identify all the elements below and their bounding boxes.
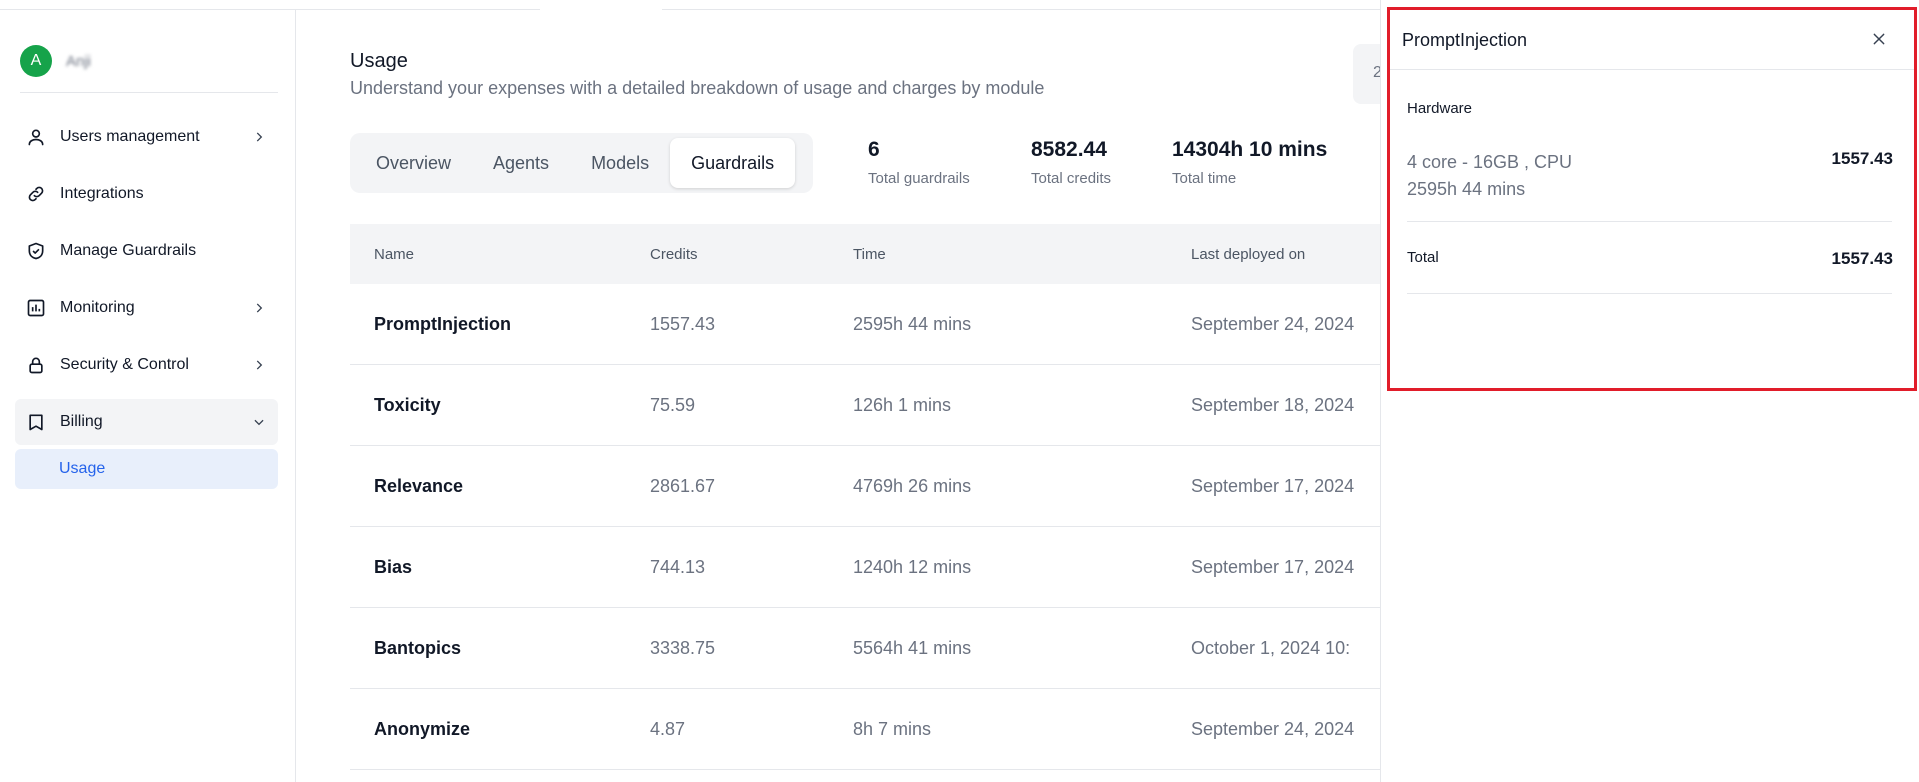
book-icon xyxy=(26,412,46,432)
header-credits[interactable]: Credits xyxy=(650,246,853,263)
header-last-deployed[interactable]: Last deployed on xyxy=(1191,246,1380,263)
table-row[interactable]: Bias 744.13 1240h 12 mins September 17, … xyxy=(350,527,1380,608)
total-label: Total xyxy=(1407,249,1439,266)
drawer-divider xyxy=(1407,293,1892,294)
usage-tabs: Overview Agents Models Guardrails xyxy=(350,133,813,193)
hardware-spec: 4 core - 16GB , CPU 2595h 44 mins xyxy=(1407,149,1572,203)
row-credits: 3338.75 xyxy=(650,637,716,658)
row-time: 1240h 12 mins xyxy=(853,556,972,577)
table-row[interactable]: PromptInjection 1557.43 2595h 44 mins Se… xyxy=(350,284,1380,365)
stat-value: 6 xyxy=(868,138,880,161)
table-row[interactable]: Anonymize 4.87 8h 7 mins September 24, 2… xyxy=(350,689,1380,770)
sidebar-divider xyxy=(20,92,278,93)
row-credits: 4.87 xyxy=(650,718,686,739)
stat-total-guardrails: 6 Total guardrails xyxy=(868,138,970,187)
stat-label: Total guardrails xyxy=(868,170,970,187)
row-date: October 1, 2024 10: xyxy=(1191,637,1351,658)
row-name: Bias xyxy=(374,556,413,577)
chevron-down-icon xyxy=(251,414,267,430)
row-time: 5564h 41 mins xyxy=(853,637,972,658)
chevron-right-icon xyxy=(251,129,267,145)
guardrails-table: Name Credits Time Last deployed on Promp… xyxy=(350,224,1380,770)
table-row[interactable]: Bantopics 3338.75 5564h 41 mins October … xyxy=(350,608,1380,689)
row-credits: 1557.43 xyxy=(650,313,716,334)
sidebar-nav: Users management Integrations Manage Gua… xyxy=(15,114,278,489)
avatar: A xyxy=(20,45,52,77)
chevron-right-icon xyxy=(251,300,267,316)
sidebar-item-users-management[interactable]: Users management xyxy=(15,114,278,160)
row-date: September 24, 2024 xyxy=(1191,313,1355,334)
lock-icon xyxy=(26,355,46,375)
top-tab-gap xyxy=(540,8,662,11)
page-subtitle: Understand your expenses with a detailed… xyxy=(350,78,1045,98)
row-date: September 18, 2024 xyxy=(1191,394,1355,415)
stat-value: 14304h 10 mins xyxy=(1172,138,1328,161)
sidebar-item-security-control[interactable]: Security & Control xyxy=(15,342,278,388)
drawer-title: PromptInjection xyxy=(1402,30,1528,50)
drawer-divider xyxy=(1390,69,1914,70)
sidebar-subitem-usage[interactable]: Usage xyxy=(15,449,278,489)
sidebar-item-label: Integrations xyxy=(60,185,144,202)
chevron-right-icon xyxy=(251,357,267,373)
row-name: PromptInjection xyxy=(374,313,512,334)
stat-label: Total credits xyxy=(1031,170,1112,187)
user-profile[interactable]: A Anji xyxy=(20,45,91,77)
sidebar-item-label: Monitoring xyxy=(60,299,135,316)
row-credits: 75.59 xyxy=(650,394,696,415)
stat-value: 8582.44 xyxy=(1031,138,1107,161)
table-row[interactable]: Toxicity 75.59 126h 1 mins September 18,… xyxy=(350,365,1380,446)
user-icon xyxy=(26,127,46,147)
row-name: Relevance xyxy=(374,475,464,496)
tab-agents[interactable]: Agents xyxy=(472,138,570,188)
row-credits: 744.13 xyxy=(650,556,706,577)
row-name: Anonymize xyxy=(374,718,471,739)
stat-total-credits: 8582.44 Total credits xyxy=(1031,138,1111,187)
table-row[interactable]: Relevance 2861.67 4769h 26 mins Septembe… xyxy=(350,446,1380,527)
row-credits: 2861.67 xyxy=(650,475,716,496)
page-title: Usage xyxy=(350,50,408,72)
sidebar-item-integrations[interactable]: Integrations xyxy=(15,171,278,217)
stat-total-time: 14304h 10 mins Total time xyxy=(1172,138,1327,187)
sidebar-item-billing[interactable]: Billing xyxy=(15,399,278,445)
spec-line: 4 core - 16GB , CPU xyxy=(1407,152,1573,172)
table-header: Name Credits Time Last deployed on xyxy=(350,224,1380,284)
close-icon[interactable] xyxy=(1868,28,1890,50)
row-date: September 17, 2024 xyxy=(1191,475,1355,496)
row-time: 4769h 26 mins xyxy=(853,475,972,496)
tab-overview[interactable]: Overview xyxy=(355,138,472,188)
sidebar-item-manage-guardrails[interactable]: Manage Guardrails xyxy=(15,228,278,274)
tab-models[interactable]: Models xyxy=(570,138,670,188)
hardware-credits: 1557.43 xyxy=(1831,149,1893,168)
sidebar-item-label: Billing xyxy=(60,413,103,430)
spec-duration: 2595h 44 mins xyxy=(1407,179,1526,199)
hardware-label: Hardware xyxy=(1407,100,1473,117)
row-date: September 17, 2024 xyxy=(1191,556,1355,577)
link-icon xyxy=(26,184,46,204)
chart-icon xyxy=(26,298,46,318)
sidebar-item-label: Security & Control xyxy=(60,356,189,373)
sidebar-item-label: Manage Guardrails xyxy=(60,242,197,259)
header-name[interactable]: Name xyxy=(350,246,650,263)
sidebar-item-monitoring[interactable]: Monitoring xyxy=(15,285,278,331)
row-name: Bantopics xyxy=(374,637,462,658)
sidebar-item-label: Users management xyxy=(60,128,200,145)
tab-guardrails[interactable]: Guardrails xyxy=(670,138,796,188)
total-value: 1557.43 xyxy=(1831,249,1893,268)
row-name: Toxicity xyxy=(374,394,441,415)
user-name: Anji xyxy=(66,52,92,70)
row-date: September 24, 2024 xyxy=(1191,718,1355,739)
row-time: 2595h 44 mins xyxy=(853,313,972,334)
sidebar: A Anji Users management Integrations Man… xyxy=(0,10,296,782)
drawer-divider xyxy=(1407,221,1892,222)
shield-check-icon xyxy=(26,241,46,261)
header-time[interactable]: Time xyxy=(853,246,1191,263)
row-time: 8h 7 mins xyxy=(853,718,932,739)
stat-label: Total time xyxy=(1172,170,1237,187)
row-time: 126h 1 mins xyxy=(853,394,952,415)
